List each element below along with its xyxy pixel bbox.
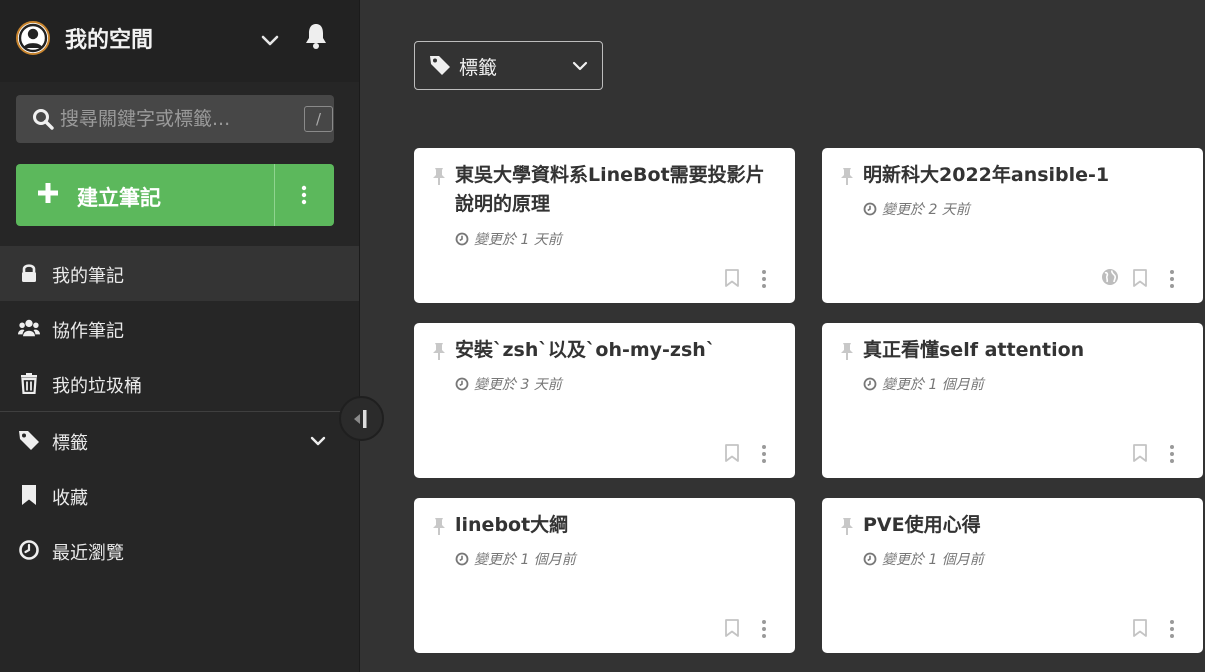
vertical-dots-icon[interactable] [1169,269,1175,289]
create-options-button[interactable] [275,164,334,226]
globe-icon [1102,269,1118,285]
sidebar-item-favorites[interactable]: 收藏 [0,468,359,523]
sidebar-item-my-notes[interactable]: 我的筆記 [0,246,359,301]
sidebar-item-collab-notes[interactable]: 協作筆記 [0,301,359,356]
plus-icon [38,183,58,203]
sidebar-item-trash[interactable]: 我的垃圾桶 [0,356,359,411]
clock-icon [863,377,877,391]
pin-icon[interactable] [838,342,856,360]
bookmark-icon[interactable] [1132,269,1148,287]
note-updated: 變更於 1 天前 [455,229,562,249]
app-window: 我的空間 / 建立筆記 [0,0,1205,672]
space-title[interactable]: 我的空間 [65,22,153,54]
users-icon [18,319,40,337]
create-note-label: 建立筆記 [77,186,161,210]
clock-icon [455,377,469,391]
note-card[interactable]: 明新科大2022年ansible-1 變更於 2 天前 [822,148,1203,303]
sidebar-item-label: 收藏 [52,488,88,509]
search-shortcut-hint: / [304,106,333,132]
pin-icon[interactable] [430,342,448,360]
note-card[interactable]: 東吳大學資料系LineBot需要投影片說明的原理 變更於 1 天前 [414,148,795,303]
note-updated: 變更於 1 個月前 [455,549,576,569]
sidebar-item-label: 標籤 [52,433,88,454]
vertical-dots-icon[interactable] [761,619,767,639]
note-updated: 變更於 1 個月前 [863,549,984,569]
clock-icon [863,552,877,566]
note-title[interactable]: 東吳大學資料系LineBot需要投影片說明的原理 [455,161,780,219]
note-card[interactable]: linebot大綱 變更於 1 個月前 [414,498,795,653]
bookmark-icon [22,485,36,505]
vertical-dots-icon[interactable] [761,444,767,464]
tag-icon [430,56,450,75]
note-updated: 變更於 1 個月前 [863,374,984,394]
tag-filter-dropdown[interactable]: 標籤 [414,41,603,90]
tag-filter-label: 標籤 [459,57,498,79]
search-box: / [16,95,334,143]
sidebar-item-label: 我的筆記 [52,266,124,287]
collapse-left-icon [354,410,367,428]
lock-icon [22,264,36,282]
sidebar-item-label: 我的垃圾桶 [52,376,142,397]
trash-icon [21,373,37,394]
pin-icon[interactable] [430,167,448,185]
note-updated-text: 變更於 3 天前 [474,377,562,393]
note-updated: 變更於 3 天前 [455,374,562,394]
chevron-down-icon[interactable] [308,431,328,451]
sidebar-collapse-button[interactable] [339,396,384,441]
note-updated-text: 變更於 1 個月前 [474,552,576,568]
sidebar-item-tags[interactable]: 標籤 [0,413,359,468]
note-updated-text: 變更於 1 天前 [474,232,562,248]
vertical-dots-icon[interactable] [1169,444,1175,464]
pin-icon[interactable] [838,167,856,185]
sidebar-item-label: 協作筆記 [52,321,124,342]
pin-icon[interactable] [838,517,856,535]
note-updated: 變更於 2 天前 [863,199,970,219]
bookmark-icon[interactable] [724,269,740,287]
note-updated-text: 變更於 1 個月前 [882,552,984,568]
vertical-dots-icon [301,185,307,205]
chevron-down-icon [572,61,588,71]
note-card[interactable]: PVE使用心得 變更於 1 個月前 [822,498,1203,653]
bell-icon[interactable] [303,22,329,50]
clock-icon [863,202,877,216]
clock-icon [19,540,39,560]
vertical-dots-icon[interactable] [1169,619,1175,639]
note-title[interactable]: PVE使用心得 [863,511,1188,540]
sidebar-item-recent[interactable]: 最近瀏覽 [0,523,359,578]
bookmark-icon[interactable] [1132,619,1148,637]
sidebar: 我的空間 / 建立筆記 [0,0,384,672]
note-title[interactable]: 真正看懂self attention [863,336,1188,365]
note-title[interactable]: linebot大綱 [455,511,780,540]
divider [0,411,359,412]
bookmark-icon[interactable] [1132,444,1148,462]
bookmark-icon[interactable] [724,444,740,462]
space-header: 我的空間 [0,0,359,82]
vertical-dots-icon[interactable] [761,269,767,289]
note-updated-text: 變更於 1 個月前 [882,377,984,393]
note-card[interactable]: 安裝`zsh`以及`oh-my-zsh` 變更於 3 天前 [414,323,795,478]
note-card[interactable]: 真正看懂self attention 變更於 1 個月前 [822,323,1203,478]
avatar[interactable] [16,21,50,55]
create-note-button[interactable]: 建立筆記 [16,164,274,226]
search-icon [33,109,54,130]
tag-icon [19,431,39,450]
note-title[interactable]: 安裝`zsh`以及`oh-my-zsh` [455,336,780,365]
bookmark-icon[interactable] [724,619,740,637]
clock-icon [455,232,469,246]
note-title[interactable]: 明新科大2022年ansible-1 [863,161,1188,190]
sidebar-item-label: 最近瀏覽 [52,543,124,564]
note-updated-text: 變更於 2 天前 [882,202,970,218]
search-input[interactable] [60,103,290,135]
pin-icon[interactable] [430,517,448,535]
create-note-split-button: 建立筆記 [16,164,334,226]
chevron-down-icon[interactable] [258,28,282,52]
clock-icon [455,552,469,566]
